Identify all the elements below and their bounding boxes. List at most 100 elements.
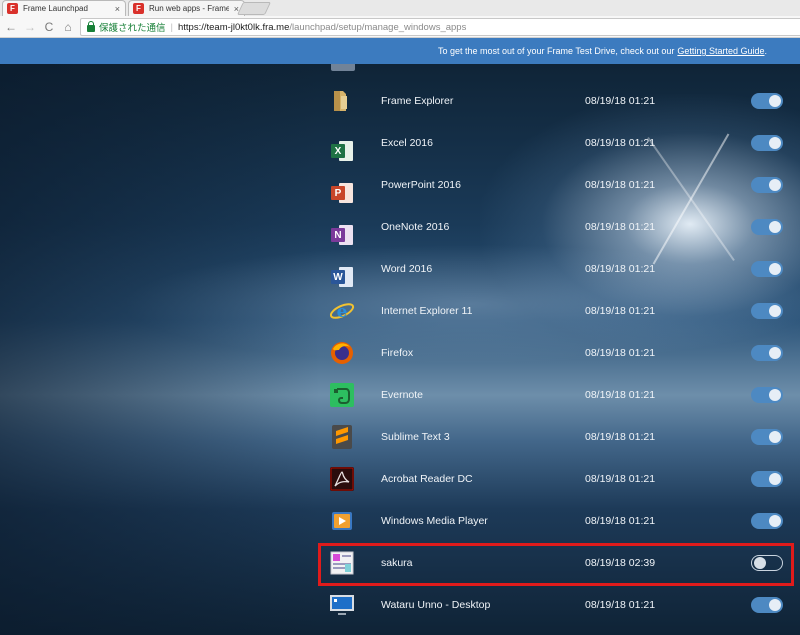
toggle-knob <box>769 305 781 317</box>
app-date: 08/19/18 01:21 <box>585 137 656 149</box>
getting-started-guide-link[interactable]: Getting Started Guide <box>677 46 764 56</box>
url-path: /launchpad/setup/manage_windows_apps <box>289 21 467 33</box>
tab-close-icon[interactable]: × <box>115 4 120 14</box>
firefox-icon <box>329 340 355 366</box>
tab-title: Frame Launchpad <box>23 4 88 13</box>
lock-icon <box>87 21 95 32</box>
reload-icon[interactable]: C <box>41 19 57 35</box>
toggle-knob <box>769 431 781 443</box>
toggle-knob <box>769 137 781 149</box>
frame-favicon-icon: F <box>7 3 18 14</box>
sublime-text-icon <box>329 424 355 450</box>
home-icon[interactable]: ⌂ <box>60 19 76 35</box>
app-name: Acrobat Reader DC <box>381 473 473 485</box>
app-enable-toggle[interactable] <box>751 261 783 277</box>
toggle-knob <box>769 389 781 401</box>
test-drive-banner: To get the most out of your Frame Test D… <box>0 38 800 64</box>
app-row-excel: X Excel 2016 08/19/18 01:21 <box>320 122 790 164</box>
app-row-word: W Word 2016 08/19/18 01:21 <box>320 248 790 290</box>
desktop-icon <box>329 592 355 618</box>
app-date: 08/19/18 01:21 <box>585 431 656 443</box>
app-enable-toggle[interactable] <box>751 303 783 319</box>
evernote-icon <box>329 382 355 408</box>
frame-favicon-icon: F <box>133 3 144 14</box>
app-enable-toggle[interactable] <box>751 135 783 151</box>
app-date: 08/19/18 01:21 <box>585 347 656 359</box>
app-enable-toggle[interactable] <box>751 387 783 403</box>
toggle-knob <box>769 95 781 107</box>
app-row-acrobat-reader: Acrobat Reader DC 08/19/18 01:21 <box>320 458 790 500</box>
toggle-knob <box>769 179 781 191</box>
app-row-evernote: Evernote 08/19/18 01:21 <box>320 374 790 416</box>
app-enable-toggle[interactable] <box>751 345 783 361</box>
app-name: Firefox <box>381 347 414 359</box>
app-enable-toggle[interactable] <box>751 471 783 487</box>
tab-run-web-apps[interactable]: F Run web apps - Frame De × <box>128 0 245 16</box>
app-name: Wataru Unno - Desktop <box>381 599 491 611</box>
app-date: 08/19/18 01:21 <box>585 179 656 191</box>
app-row-firefox: Firefox 08/19/18 01:21 <box>320 332 790 374</box>
app-row-sublime-text: Sublime Text 3 08/19/18 01:21 <box>320 416 790 458</box>
acrobat-reader-icon <box>329 466 355 492</box>
background-shade <box>0 64 320 635</box>
app-name: PowerPoint 2016 <box>381 179 461 191</box>
svg-text:e: e <box>337 302 348 322</box>
address-separator: | <box>170 21 173 33</box>
app-name: OneNote 2016 <box>381 221 450 233</box>
folder-icon <box>329 88 355 114</box>
toggle-knob <box>769 599 781 611</box>
app-row-powerpoint: P PowerPoint 2016 08/19/18 01:21 <box>320 164 790 206</box>
app-row-windows-media-player: Windows Media Player 08/19/18 01:21 <box>320 500 790 542</box>
app-date: 08/19/18 01:21 <box>585 515 656 527</box>
app-enable-toggle[interactable] <box>751 429 783 445</box>
app-name: Internet Explorer 11 <box>381 305 473 317</box>
url-host: https://team-jl0kt0lk.fra.me <box>177 21 290 33</box>
onenote-icon: N <box>329 222 355 248</box>
toggle-knob <box>769 347 781 359</box>
toggle-knob <box>769 221 781 233</box>
toggle-knob <box>769 515 781 527</box>
word-icon: W <box>329 264 355 290</box>
tab-frame-launchpad[interactable]: F Frame Launchpad × <box>2 0 126 16</box>
highlight-box <box>318 543 794 586</box>
browser-toolbar: ← → C ⌂ 保護された通信 | https://team-jl0kt0lk.… <box>0 16 800 38</box>
app-name: Windows Media Player <box>381 515 488 527</box>
app-date: 08/19/18 01:21 <box>585 263 656 275</box>
app-enable-toggle[interactable] <box>751 177 783 193</box>
app-date: 08/19/18 01:21 <box>585 221 656 233</box>
app-enable-toggle[interactable] <box>751 597 783 613</box>
app-enable-toggle[interactable] <box>751 513 783 529</box>
address-bar[interactable]: 保護された通信 | https://team-jl0kt0lk.fra.me /… <box>80 18 800 36</box>
app-row-internet-explorer: e Internet Explorer 11 08/19/18 01:21 <box>320 290 790 332</box>
forward-arrow-icon[interactable]: → <box>22 19 38 35</box>
tab-title: Run web apps - Frame De <box>149 4 229 13</box>
toggle-knob <box>769 473 781 485</box>
app-date: 08/19/18 01:21 <box>585 599 656 611</box>
scrolled-app-icon <box>331 64 355 71</box>
app-row-frame-explorer: Frame Explorer 08/19/18 01:21 <box>320 80 790 122</box>
app-name: Word 2016 <box>381 263 433 275</box>
excel-icon: X <box>329 138 355 164</box>
app-date: 08/19/18 01:21 <box>585 473 656 485</box>
app-row-wataru-unno-desktop: Wataru Unno - Desktop 08/19/18 01:21 <box>320 584 790 626</box>
banner-period: . <box>764 46 767 56</box>
toggle-knob <box>769 263 781 275</box>
app-enable-toggle[interactable] <box>751 219 783 235</box>
banner-text: To get the most out of your Frame Test D… <box>437 46 675 56</box>
app-enable-toggle[interactable] <box>751 93 783 109</box>
app-name: Evernote <box>381 389 424 401</box>
back-arrow-icon[interactable]: ← <box>3 19 19 35</box>
app-date: 08/19/18 01:21 <box>585 389 656 401</box>
new-tab-button[interactable] <box>236 2 272 15</box>
powerpoint-icon: P <box>329 180 355 206</box>
app-name: Sublime Text 3 <box>381 431 450 443</box>
app-name: Excel 2016 <box>381 137 433 149</box>
app-row-onenote: N OneNote 2016 08/19/18 01:21 <box>320 206 790 248</box>
internet-explorer-icon: e <box>329 298 355 324</box>
app-name: Frame Explorer <box>381 95 454 107</box>
secure-label: 保護された通信 <box>99 23 166 34</box>
windows-media-player-icon <box>329 508 355 534</box>
app-date: 08/19/18 01:21 <box>585 95 656 107</box>
app-date: 08/19/18 01:21 <box>585 305 656 317</box>
tab-bar: F Frame Launchpad × F Run web apps - Fra… <box>0 0 800 16</box>
